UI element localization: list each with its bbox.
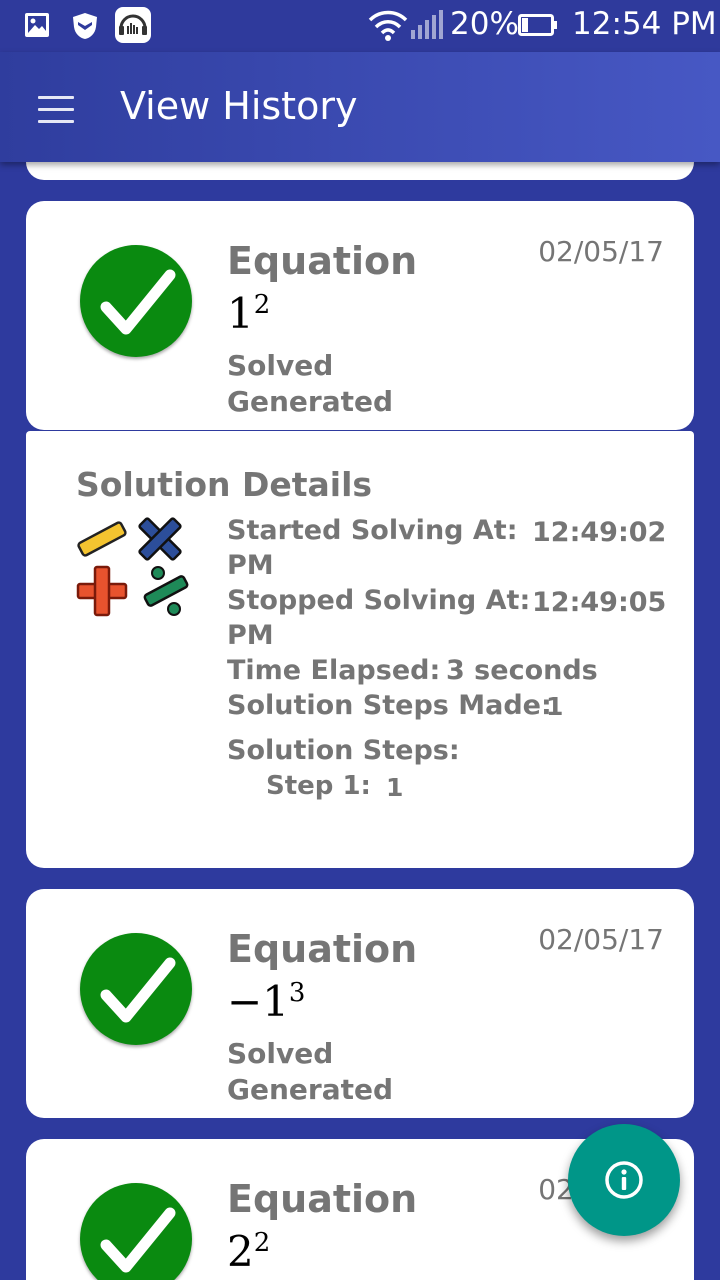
- hamburger-menu-icon[interactable]: [38, 96, 74, 123]
- equation-title: Equation: [227, 239, 418, 283]
- history-card[interactable]: Equation 12 02/05/17 Solved Generated: [26, 201, 694, 430]
- solution-steps-label: Solution Steps:: [227, 735, 460, 766]
- stopped-solving-value: 12:49:05: [532, 587, 667, 618]
- history-date: 02/05/17: [538, 923, 664, 956]
- source-label: Generated: [227, 1073, 394, 1106]
- equation-title: Equation: [227, 1177, 418, 1221]
- math-operators-icon: [74, 517, 198, 624]
- time-elapsed-label: Time Elapsed:: [227, 655, 441, 686]
- started-solving-label: Started Solving At:: [227, 515, 518, 546]
- steps-made-label: Solution Steps Made:: [227, 690, 552, 721]
- check-icon: [80, 1183, 192, 1280]
- history-card[interactable]: Equation −13 02/05/17 Solved Generated: [26, 889, 694, 1118]
- music-app-icon: [114, 6, 152, 49]
- solution-details-title: Solution Details: [76, 465, 373, 504]
- app-bar: View History: [0, 52, 720, 162]
- step-value: 1: [386, 773, 404, 802]
- equation-math: −13: [227, 977, 306, 1026]
- step-label: Step 1:: [266, 771, 371, 801]
- equation-math: 22: [227, 1227, 271, 1276]
- info-icon: [604, 1160, 644, 1205]
- time-elapsed-value: 3 seconds: [446, 655, 598, 686]
- equation-title: Equation: [227, 927, 418, 971]
- wifi-icon: [368, 8, 408, 47]
- page-title: View History: [120, 84, 358, 128]
- started-solving-value: 12:49:02: [532, 517, 667, 548]
- solved-status: Solved: [227, 1037, 334, 1070]
- steps-made-value: 1: [546, 692, 564, 721]
- check-icon: [80, 245, 192, 357]
- history-date: 02/05/17: [538, 235, 664, 268]
- source-label: Generated: [227, 385, 394, 418]
- stopped-solving-label: Stopped Solving At:: [227, 585, 531, 616]
- status-time: 12:54 PM: [572, 6, 717, 42]
- signal-icon: [410, 10, 444, 45]
- started-solving-suffix: PM: [227, 550, 274, 581]
- battery-icon: [518, 14, 558, 41]
- status-bar: 20% 12:54 PM: [0, 0, 720, 52]
- check-icon: [80, 933, 192, 1045]
- shield-icon: [72, 12, 98, 45]
- equation-math: 12: [227, 289, 271, 338]
- solved-status: Solved: [227, 349, 334, 382]
- info-button[interactable]: [568, 1124, 680, 1236]
- solution-details-card: Solution Details Started Solving At: 12:…: [26, 431, 694, 868]
- image-icon: [24, 12, 50, 43]
- battery-percent: 20%: [450, 6, 519, 42]
- stopped-solving-suffix: PM: [227, 620, 274, 651]
